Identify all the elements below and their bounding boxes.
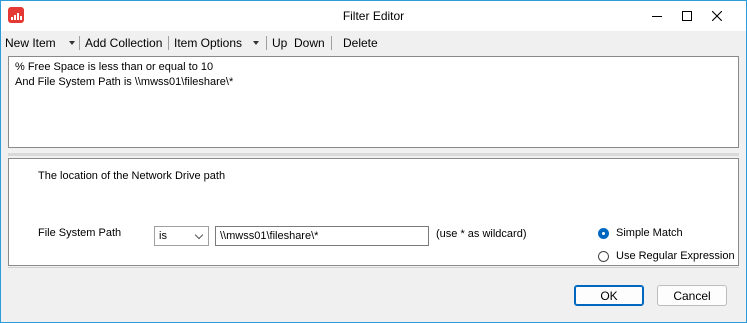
filter-detail-panel: The location of the Network Drive path F…	[8, 158, 739, 266]
operator-value: is	[159, 230, 167, 242]
maximize-icon	[682, 11, 692, 21]
new-item-button[interactable]: New Item	[5, 36, 56, 50]
up-button[interactable]: Up	[272, 36, 287, 50]
minimize-button[interactable]	[642, 1, 672, 31]
window-title: Filter Editor	[342, 9, 405, 23]
filter-editor-window: Filter Editor New Item Add Collection It…	[0, 0, 747, 323]
ok-button[interactable]: OK	[574, 285, 644, 306]
simple-match-radio[interactable]	[598, 228, 609, 239]
toolbar-separator	[79, 36, 80, 50]
toolbar-separator	[168, 36, 169, 50]
close-button[interactable]	[702, 1, 732, 31]
field-description: The location of the Network Drive path	[38, 170, 226, 182]
simple-match-label[interactable]: Simple Match	[616, 227, 683, 239]
maximize-button[interactable]	[672, 1, 702, 31]
filter-line[interactable]: And File System Path is \\mwss01\filesha…	[15, 75, 732, 90]
minimize-icon	[652, 16, 662, 17]
filter-summary-textarea[interactable]: % Free Space is less than or equal to 10…	[8, 56, 739, 148]
title-bar: Filter Editor	[1, 1, 746, 31]
cancel-button[interactable]: Cancel	[657, 285, 727, 306]
operator-select[interactable]: is	[154, 226, 209, 246]
delete-button[interactable]: Delete	[343, 36, 378, 50]
field-label: File System Path	[38, 227, 122, 239]
regex-label[interactable]: Use Regular Expression	[616, 250, 735, 262]
new-item-dropdown-icon[interactable]	[69, 41, 75, 45]
toolbar-separator	[331, 36, 332, 50]
path-value-input[interactable]: \\mwss01\fileshare\*	[215, 226, 429, 246]
toolbar: New Item Add Collection Item Options Up …	[1, 32, 746, 54]
footer-divider	[8, 267, 739, 268]
regex-radio[interactable]	[598, 251, 609, 262]
chevron-down-icon	[194, 230, 204, 240]
toolbar-separator	[266, 36, 267, 50]
add-collection-button[interactable]: Add Collection	[85, 36, 162, 50]
close-icon	[712, 11, 722, 21]
filter-line[interactable]: % Free Space is less than or equal to 10	[15, 60, 732, 75]
down-button[interactable]: Down	[294, 36, 325, 50]
item-options-button[interactable]: Item Options	[174, 36, 242, 50]
item-options-dropdown-icon[interactable]	[253, 41, 259, 45]
panel-splitter[interactable]	[8, 153, 739, 156]
wildcard-hint: (use * as wildcard)	[436, 228, 527, 240]
